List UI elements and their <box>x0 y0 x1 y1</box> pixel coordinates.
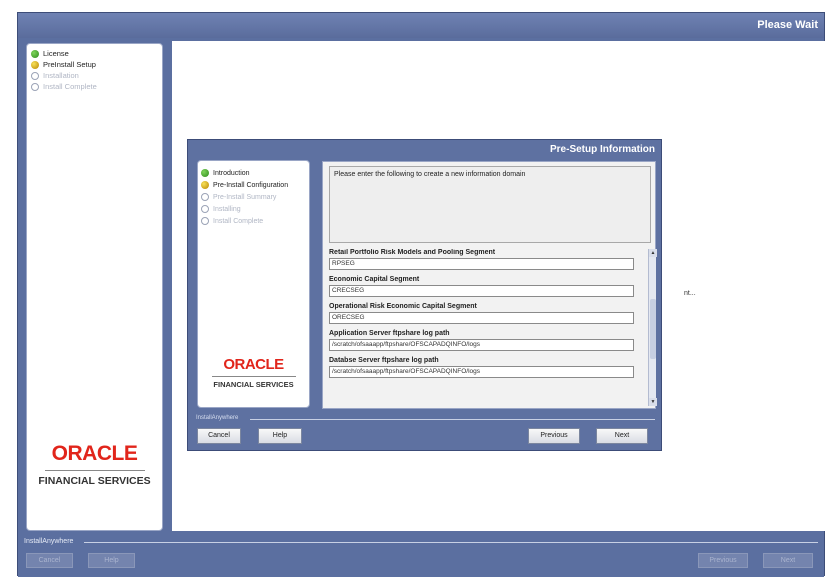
financial-services-text: FINANCIAL SERVICES <box>38 475 151 487</box>
empty-circle-icon <box>201 217 209 225</box>
step-label: Installing <box>213 205 241 213</box>
empty-circle-icon <box>31 71 39 80</box>
outer-step-complete: Install Complete <box>31 81 97 92</box>
arrow-icon <box>31 60 39 69</box>
rpseg-input[interactable]: RPSEG <box>329 258 634 270</box>
dialog-step-list: Introduction Pre-Install Configuration P… <box>201 167 288 227</box>
next-button[interactable]: Next <box>596 428 648 444</box>
outer-previous-button[interactable]: Previous <box>698 553 748 568</box>
logo-divider <box>211 376 296 377</box>
outer-step-panel: License PreInstall Setup Installation In… <box>26 43 163 531</box>
cancel-button[interactable]: Cancel <box>197 428 241 444</box>
oracle-fs-logo: ORACLE FINANCIAL SERVICES <box>27 442 162 487</box>
check-icon <box>201 169 209 177</box>
footer-divider <box>250 419 655 420</box>
outer-main-text: nt... <box>684 290 696 297</box>
previous-button[interactable]: Previous <box>528 428 580 444</box>
step-label: Install Complete <box>213 217 264 225</box>
dialog-title: Pre-Setup Information <box>549 144 655 155</box>
field-scroll-area: Retail Portfolio Risk Models and Pooling… <box>329 249 645 407</box>
scroll-thumb[interactable] <box>650 299 656 359</box>
empty-circle-icon <box>201 193 209 201</box>
help-button[interactable]: Help <box>258 428 302 444</box>
outer-cancel-button[interactable]: Cancel <box>26 553 73 568</box>
dialog-step-preinstall-summary: Pre-Install Summary <box>201 191 288 203</box>
dialog-step-preinstall-config: Pre-Install Configuration <box>201 179 288 191</box>
field-label-app-log-path: Application Server ftpshare log path <box>329 330 450 337</box>
outer-title: Please Wait <box>757 19 818 31</box>
step-label: Pre-Install Configuration <box>213 181 289 189</box>
check-icon <box>31 49 39 58</box>
logo-divider <box>44 470 145 471</box>
installanywhere-label: InstallAnywhere <box>196 415 239 421</box>
orecseg-input[interactable]: ORECSEG <box>329 312 634 324</box>
dialog-step-installing: Installing <box>201 203 288 215</box>
db-log-path-input[interactable]: /scratch/ofsaaapp/ftpshare/OFSCAPADQINFO… <box>329 366 634 378</box>
step-label: License <box>43 49 69 58</box>
dialog-step-complete: Install Complete <box>201 215 288 227</box>
oracle-logo-text: ORACLE <box>223 356 284 373</box>
outer-footer: InstallAnywhere Cancel Help Previous Nex… <box>18 535 824 577</box>
outer-step-license: License <box>31 48 97 59</box>
financial-services-text: FINANCIAL SERVICES <box>213 380 294 389</box>
step-label: Pre-Install Summary <box>213 193 277 201</box>
installanywhere-label: InstallAnywhere <box>24 538 74 545</box>
outer-step-preinstall: PreInstall Setup <box>31 59 97 70</box>
outer-titlebar: Please Wait <box>18 13 824 38</box>
empty-circle-icon <box>31 82 39 91</box>
step-label: Installation <box>43 71 79 80</box>
step-label: PreInstall Setup <box>43 60 96 69</box>
outer-step-installation: Installation <box>31 70 97 81</box>
oracle-logo-text: ORACLE <box>51 442 138 465</box>
scroll-down-icon[interactable]: ▼ <box>649 398 657 406</box>
scroll-up-icon[interactable]: ▲ <box>649 249 657 257</box>
footer-divider <box>84 542 818 543</box>
field-label-db-log-path: Databse Server ftpshare log path <box>329 357 439 364</box>
field-label-crecseg: Economic Capital Segment <box>329 276 420 283</box>
oracle-fs-logo: ORACLE FINANCIAL SERVICES <box>198 356 309 389</box>
outer-help-button[interactable]: Help <box>88 553 135 568</box>
dialog-step-panel: Introduction Pre-Install Configuration P… <box>197 160 310 408</box>
dialog-step-introduction: Introduction <box>201 167 288 179</box>
vertical-scrollbar[interactable]: ▲ ▼ <box>648 249 657 406</box>
field-label-rpseg: Retail Portfolio Risk Models and Pooling… <box>329 249 496 256</box>
step-label: Introduction <box>213 169 250 177</box>
intro-text-box: Please enter the following to create a n… <box>329 166 651 243</box>
outer-next-button[interactable]: Next <box>763 553 813 568</box>
crecseg-input[interactable]: CRECSEG <box>329 285 634 297</box>
pre-setup-dialog: Pre-Setup Information Introduction Pre-I… <box>187 139 662 451</box>
dialog-content-panel: Please enter the following to create a n… <box>322 161 657 409</box>
intro-text: Please enter the following to create a n… <box>334 171 526 178</box>
arrow-icon <box>201 181 209 189</box>
field-label-orecseg: Operational Risk Economic Capital Segmen… <box>329 303 477 310</box>
empty-circle-icon <box>201 205 209 213</box>
step-label: Install Complete <box>43 82 97 91</box>
outer-step-list: License PreInstall Setup Installation In… <box>31 48 97 92</box>
app-log-path-input[interactable]: /scratch/ofsaaapp/ftpshare/OFSCAPADQINFO… <box>329 339 634 351</box>
